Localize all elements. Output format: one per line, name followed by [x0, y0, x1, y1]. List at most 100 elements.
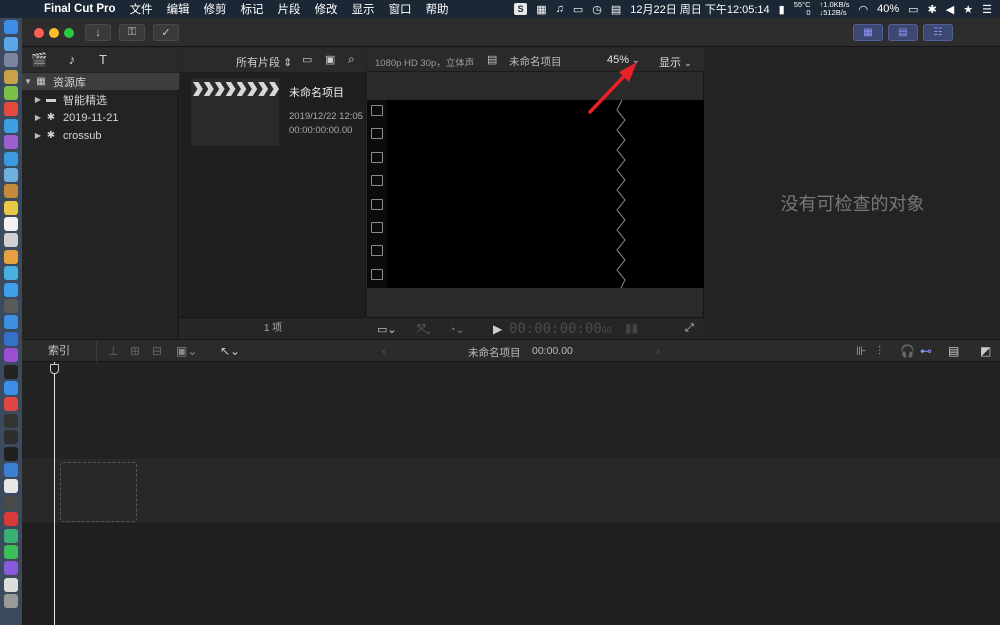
bluetooth-icon[interactable]: ✱: [928, 3, 937, 16]
toggle-browser-button[interactable]: ▦: [853, 24, 883, 41]
downloads-icon[interactable]: [4, 577, 18, 592]
zoom-dropdown[interactable]: 45% ⌄: [607, 54, 640, 66]
snapping-icon[interactable]: ⊷: [920, 344, 932, 358]
view-layout-icon[interactable]: ▭⌄: [377, 323, 397, 336]
select-tool-icon[interactable]: ↖⌄: [220, 344, 240, 358]
titles-generators-icon[interactable]: T: [95, 52, 111, 67]
launchpad-icon[interactable]: [4, 53, 18, 68]
append-clip-icon[interactable]: ⊟: [152, 344, 162, 358]
timeline-ruler[interactable]: [22, 362, 1000, 371]
disclosure-closed-icon[interactable]: ▶: [32, 131, 44, 140]
menu-file[interactable]: 文件: [130, 1, 153, 17]
message-icon[interactable]: ▭: [573, 3, 583, 16]
primary-storyline[interactable]: [22, 460, 1000, 523]
toggle-inspector-button[interactable]: ☷: [923, 24, 953, 41]
app-icon[interactable]: [4, 233, 18, 248]
timeline[interactable]: [22, 362, 1000, 625]
library-item-event-2019-11-21[interactable]: ▶ ✱ 2019-11-21: [22, 109, 179, 126]
music-icon[interactable]: ♫: [556, 3, 564, 15]
timeline-audio-area[interactable]: [22, 523, 1000, 625]
menu-modify[interactable]: 修改: [315, 1, 338, 17]
effects-browser-icon[interactable]: ◩: [980, 344, 991, 358]
app-icon[interactable]: [4, 118, 18, 133]
calendar-icon[interactable]: ▤: [611, 3, 621, 16]
forward-arrow-icon[interactable]: ›: [656, 344, 660, 358]
keywords-button[interactable]: ⚿: [119, 24, 145, 41]
app-icon[interactable]: [4, 299, 18, 314]
library-root[interactable]: ▼ ▦ 资源库: [22, 73, 179, 90]
back-arrow-icon[interactable]: ‹: [382, 344, 386, 358]
menu-edit[interactable]: 编辑: [167, 1, 190, 17]
view-options-dropdown[interactable]: 显示 ⌄: [659, 54, 692, 70]
toggle-timeline-button[interactable]: ▤: [888, 24, 918, 41]
netease-music-icon[interactable]: [4, 512, 18, 527]
apple-tv-icon[interactable]: [4, 364, 18, 379]
menu-trim[interactable]: 修剪: [204, 1, 227, 17]
app-icon[interactable]: [4, 69, 18, 84]
fullscreen-icon[interactable]: ⤢: [685, 322, 694, 335]
viewer-canvas[interactable]: [367, 100, 704, 288]
insert-clip-icon[interactable]: ⊞: [130, 344, 140, 358]
storyline-drop-zone[interactable]: [60, 462, 137, 522]
activity-monitor-icon[interactable]: [4, 430, 18, 445]
sogou-input-icon[interactable]: S: [514, 3, 528, 15]
android-icon[interactable]: [4, 85, 18, 100]
disclosure-closed-icon[interactable]: ▶: [32, 113, 44, 122]
menu-app-name[interactable]: Final Cut Pro: [44, 3, 116, 15]
menu-clip[interactable]: 片段: [278, 1, 301, 17]
app-icon[interactable]: [4, 135, 18, 150]
yandex-icon[interactable]: [4, 479, 18, 494]
close-window-button[interactable]: [34, 28, 44, 38]
battery-icon[interactable]: ▭: [908, 3, 918, 16]
clip-name[interactable]: 未命名项目: [289, 84, 344, 100]
final-cut-pro-icon[interactable]: [4, 561, 18, 576]
app-icon[interactable]: [4, 184, 18, 199]
disclosure-closed-icon[interactable]: ▶: [32, 95, 44, 104]
menu-mark[interactable]: 标记: [241, 1, 264, 17]
playhead[interactable]: [54, 362, 55, 625]
connect-clip-icon[interactable]: ⊥: [108, 344, 118, 358]
podcasts-icon[interactable]: [4, 348, 18, 363]
preview-icon[interactable]: [4, 167, 18, 182]
trash-icon[interactable]: [4, 594, 18, 609]
menu-window[interactable]: 窗口: [389, 1, 412, 17]
photos-icon[interactable]: [4, 249, 18, 264]
app-icon[interactable]: [4, 528, 18, 543]
timeline-index-button[interactable]: 索引: [22, 340, 97, 363]
notes-icon[interactable]: [4, 200, 18, 215]
disclosure-open-icon[interactable]: ▼: [22, 77, 34, 86]
app-icon[interactable]: [4, 446, 18, 461]
minimize-window-button[interactable]: [49, 28, 59, 38]
library-item-event-crossub[interactable]: ▶ ✱ crossub: [22, 127, 179, 144]
audio-skimming-icon[interactable]: ⫶: [878, 344, 881, 359]
app-icon[interactable]: [4, 495, 18, 510]
search-icon[interactable]: ⌕: [348, 52, 355, 67]
background-tasks-button[interactable]: ✓: [153, 24, 179, 41]
library-item-smart-collections[interactable]: ▶ ▬ 智能精选: [22, 91, 179, 108]
keynote-icon[interactable]: [4, 315, 18, 330]
grid-app-icon[interactable]: ▦: [536, 3, 546, 16]
vpn-icon[interactable]: [4, 462, 18, 477]
notification-center-icon[interactable]: ☰: [982, 3, 992, 16]
zoom-window-button[interactable]: [64, 28, 74, 38]
transform-tool-icon[interactable]: ⤧⌄: [417, 323, 431, 336]
clip-appearance-icon[interactable]: ▭: [302, 53, 312, 66]
playhead-handle[interactable]: [50, 364, 59, 374]
bookmark-icon[interactable]: ▮: [779, 3, 785, 16]
clapper-library-icon[interactable]: 🎬: [31, 52, 47, 67]
wechat-icon[interactable]: [4, 544, 18, 559]
calendar-icon[interactable]: [4, 217, 18, 232]
app-store-icon[interactable]: [4, 380, 18, 395]
volume-icon[interactable]: ◀: [946, 3, 954, 16]
battery-percent[interactable]: 40%: [877, 3, 899, 15]
chrome-icon[interactable]: [4, 102, 18, 117]
photos-audio-icon[interactable]: ♪: [64, 52, 80, 67]
clip-filter-dropdown[interactable]: 所有片段 ⇕: [236, 54, 292, 70]
finder-icon[interactable]: [4, 20, 18, 35]
browser-icon[interactable]: [4, 36, 18, 51]
headphones-icon[interactable]: 🎧: [900, 344, 915, 358]
app-icon[interactable]: [4, 331, 18, 346]
overwrite-clip-icon[interactable]: ▣⌄: [176, 344, 197, 358]
vivaldi-icon[interactable]: [4, 397, 18, 412]
safari-icon[interactable]: [4, 151, 18, 166]
